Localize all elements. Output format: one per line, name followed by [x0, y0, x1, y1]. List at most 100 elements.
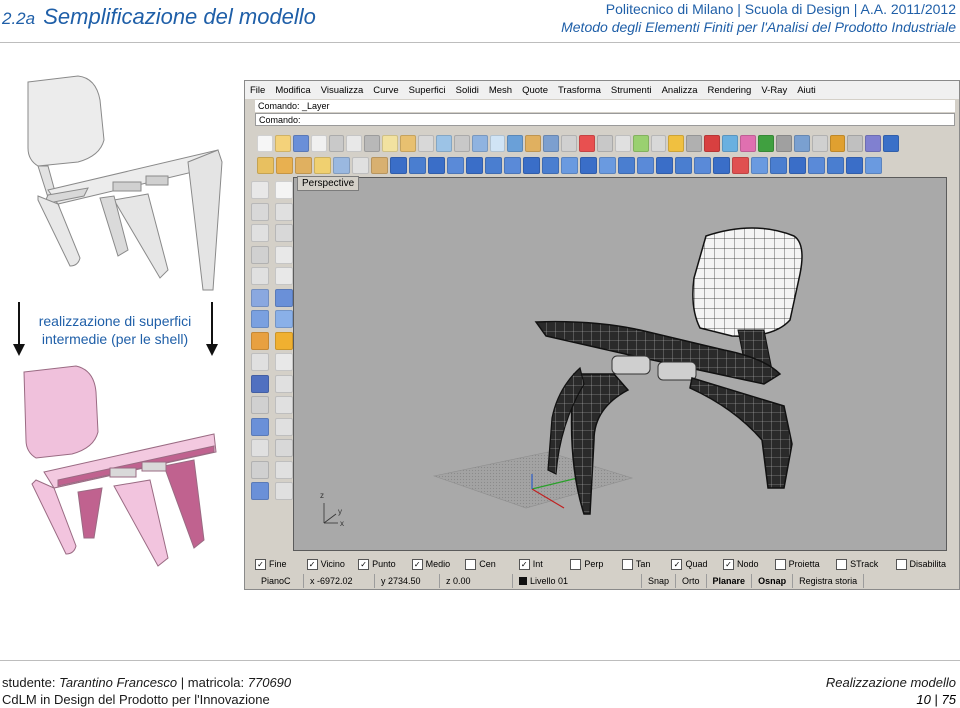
status-orto[interactable]: Orto	[676, 574, 707, 588]
menu-visualizza[interactable]: Visualizza	[316, 85, 369, 96]
main-tool-27-icon[interactable]	[751, 157, 768, 174]
main-tool-33-icon[interactable]	[865, 157, 882, 174]
standard-tool-19-icon[interactable]	[579, 135, 595, 152]
osnap-checkbox[interactable]: ✓	[306, 558, 318, 570]
osnap-vicino[interactable]: ✓ Vicino	[306, 558, 359, 570]
status-history[interactable]: Registra storia	[793, 574, 865, 588]
osnap-int[interactable]: ✓ Int	[518, 558, 571, 570]
side-tool-17-icon[interactable]	[251, 353, 269, 371]
side-tool-23-icon[interactable]	[251, 417, 269, 436]
standard-tool-11-icon[interactable]	[435, 135, 452, 152]
side-tool-13-icon[interactable]	[251, 310, 269, 328]
perspective-viewport[interactable]: Perspective z x y	[293, 176, 947, 551]
side-tool-22-icon[interactable]	[275, 396, 293, 414]
standard-tool-8-icon[interactable]	[382, 135, 399, 152]
osnap-strack[interactable]: STrack	[836, 558, 895, 570]
osnap-fine[interactable]: ✓ Fine	[255, 558, 307, 570]
side-tool-24-icon[interactable]	[275, 417, 293, 436]
standard-tool-1-icon[interactable]	[257, 135, 273, 152]
standard-tool-23-icon[interactable]	[650, 135, 667, 152]
osnap-checkbox[interactable]	[465, 558, 477, 570]
standard-tool-16-icon[interactable]	[525, 135, 542, 152]
menu-vray[interactable]: V-Ray	[756, 85, 792, 96]
main-tool-2-icon[interactable]	[276, 157, 293, 174]
standard-tool-25-icon[interactable]	[686, 135, 703, 152]
standard-tool-32-icon[interactable]	[811, 135, 828, 152]
standard-tool-6-icon[interactable]	[346, 135, 363, 152]
osnap-checkbox[interactable]: ✓	[518, 558, 530, 570]
osnap-checkbox[interactable]: ✓	[255, 558, 266, 570]
status-layer[interactable]: Livello 01	[513, 574, 642, 588]
side-tool-6-icon[interactable]	[275, 224, 293, 242]
side-tool-21-icon[interactable]	[251, 396, 269, 414]
standard-tool-22-icon[interactable]	[632, 135, 649, 152]
standard-tool-9-icon[interactable]	[400, 135, 417, 152]
side-tool-18-icon[interactable]	[275, 353, 293, 371]
menu-curve[interactable]: Curve	[368, 85, 403, 96]
status-snap[interactable]: Snap	[642, 574, 677, 588]
side-tool-20-icon[interactable]	[275, 374, 293, 393]
standard-tool-35-icon[interactable]	[865, 135, 882, 152]
standard-tool-29-icon[interactable]	[757, 135, 774, 152]
side-tool-16-icon[interactable]	[275, 331, 293, 350]
standard-tool-13-icon[interactable]	[471, 135, 488, 152]
side-tool-19-icon[interactable]	[251, 374, 269, 393]
side-tool-29-icon[interactable]	[251, 482, 269, 500]
main-tool-19-icon[interactable]	[599, 157, 616, 174]
menu-trasforma[interactable]: Trasforma	[553, 85, 606, 96]
osnap-proietta[interactable]: Proietta	[774, 558, 836, 570]
side-tool-3-icon[interactable]	[251, 202, 269, 221]
main-tool-11-icon[interactable]	[447, 157, 464, 174]
standard-tool-10-icon[interactable]	[418, 135, 434, 152]
standard-tool-4-icon[interactable]	[310, 135, 327, 152]
main-tool-10-icon[interactable]	[428, 157, 445, 174]
osnap-checkbox[interactable]: ✓	[723, 558, 735, 570]
side-tool-28-icon[interactable]	[275, 460, 293, 479]
osnap-medio[interactable]: ✓ Medio	[411, 558, 466, 570]
main-tool-8-icon[interactable]	[390, 157, 407, 174]
main-tool-31-icon[interactable]	[827, 157, 844, 174]
main-tool-6-icon[interactable]	[352, 157, 369, 174]
osnap-checkbox[interactable]: ✓	[671, 558, 683, 570]
standard-tool-28-icon[interactable]	[740, 135, 756, 152]
main-tool-28-icon[interactable]	[770, 157, 787, 174]
osnap-tan[interactable]: Tan	[621, 558, 672, 570]
osnap-cen[interactable]: Cen	[465, 558, 519, 570]
menu-quote[interactable]: Quote	[517, 85, 553, 96]
standard-tool-18-icon[interactable]	[561, 135, 578, 152]
main-tool-12-icon[interactable]	[466, 157, 483, 174]
main-tool-1-icon[interactable]	[257, 157, 274, 174]
status-plane[interactable]: PianoC	[255, 574, 304, 588]
main-tool-16-icon[interactable]	[542, 157, 559, 174]
side-tool-26-icon[interactable]	[275, 439, 293, 457]
main-tool-3-icon[interactable]	[295, 157, 312, 174]
standard-tool-27-icon[interactable]	[722, 135, 739, 152]
side-tool-7-icon[interactable]	[251, 245, 269, 264]
side-tool-2-icon[interactable]	[275, 181, 293, 199]
osnap-punto[interactable]: ✓ Punto	[358, 558, 412, 570]
standard-tool-12-icon[interactable]	[453, 135, 470, 152]
standard-tool-5-icon[interactable]	[328, 135, 345, 152]
side-tool-4-icon[interactable]	[275, 202, 293, 221]
main-tool-26-icon[interactable]	[732, 157, 749, 174]
osnap-checkbox[interactable]: ✓	[411, 558, 423, 570]
menu-rendering[interactable]: Rendering	[703, 85, 757, 96]
main-tool-14-icon[interactable]	[504, 157, 521, 174]
menu-file[interactable]: File	[245, 85, 270, 96]
main-tool-23-icon[interactable]	[675, 157, 692, 174]
standard-tool-36-icon[interactable]	[883, 135, 900, 152]
main-tool-9-icon[interactable]	[409, 157, 426, 174]
status-osnap[interactable]: Osnap	[752, 574, 794, 588]
standard-tool-20-icon[interactable]	[596, 135, 613, 152]
side-tool-9-icon[interactable]	[251, 267, 269, 285]
menu-solidi[interactable]: Solidi	[451, 85, 484, 96]
osnap-nodo[interactable]: ✓ Nodo	[723, 558, 775, 570]
osnap-checkbox[interactable]: ✓	[358, 558, 370, 570]
osnap-quad[interactable]: ✓ Quad	[671, 558, 723, 570]
side-tool-10-icon[interactable]	[275, 267, 293, 285]
main-tool-18-icon[interactable]	[580, 157, 597, 174]
side-tool-12-icon[interactable]	[275, 288, 293, 307]
osnap-checkbox[interactable]	[836, 558, 848, 570]
osnap-checkbox[interactable]	[774, 558, 786, 570]
osnap-checkbox[interactable]	[621, 558, 633, 570]
